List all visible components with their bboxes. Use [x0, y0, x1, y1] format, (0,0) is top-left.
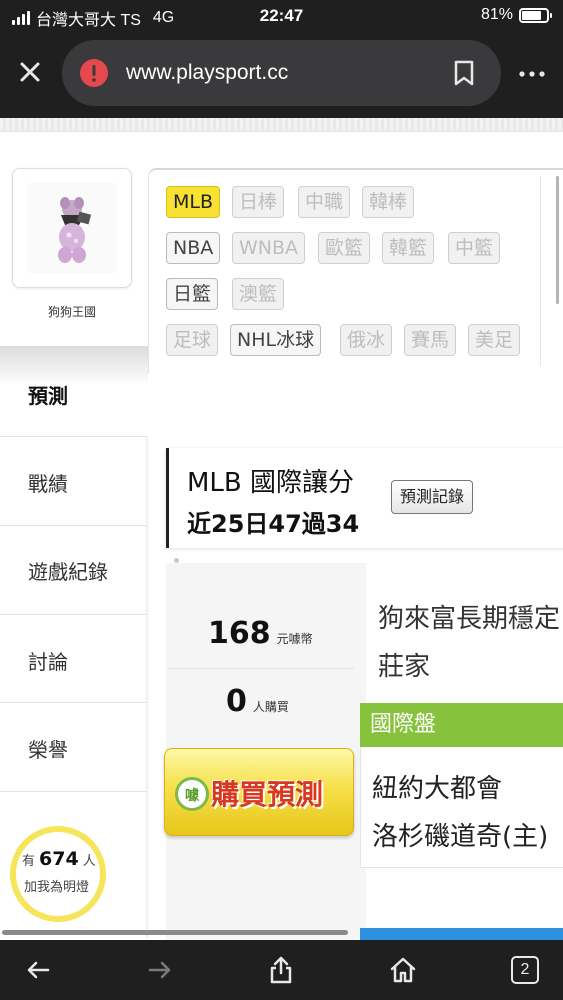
fans-prefix: 有: [22, 854, 36, 869]
back-icon[interactable]: [22, 954, 54, 986]
tag-horse-racing[interactable]: 賽馬: [404, 324, 457, 356]
prediction-title: MLB 國際讓分: [187, 468, 355, 498]
prediction-summary: 近25日47過34: [187, 510, 360, 538]
menu-discuss[interactable]: 討論: [0, 646, 148, 675]
warning-icon[interactable]: [80, 59, 108, 87]
tag-kbl[interactable]: 韓籃: [382, 232, 435, 264]
vertical-scrollbar[interactable]: [556, 176, 559, 304]
top-stripe: [0, 118, 563, 132]
team-away: 洛杉磯道奇(主): [372, 822, 549, 852]
address-bar[interactable]: www.playsport.cc: [62, 40, 501, 106]
tag-npb[interactable]: 日棒: [232, 186, 285, 218]
tabs-button[interactable]: 2: [511, 956, 539, 984]
buy-prediction-label: 購買預測: [211, 778, 324, 811]
price-value: 168: [208, 616, 271, 651]
blue-strip: [360, 928, 563, 940]
tag-nba[interactable]: NBA: [166, 232, 221, 264]
share-icon[interactable]: [265, 954, 297, 986]
tag-nbl[interactable]: 澳籃: [232, 278, 285, 310]
battery-fill: [522, 10, 542, 20]
menu-honor[interactable]: 榮譽: [0, 734, 148, 763]
avatar[interactable]: [12, 168, 132, 288]
buyers-value: 0: [226, 684, 247, 719]
dog-figure-icon: [27, 183, 117, 273]
tag-nfl[interactable]: 美足: [468, 324, 521, 356]
buy-prediction-button[interactable]: 噱 購買預測: [164, 748, 354, 836]
menu-divider: [0, 702, 148, 703]
prediction-header: MLB 國際讓分 近25日47過34 預測記錄: [166, 448, 563, 548]
tag-khl[interactable]: 俄冰: [340, 324, 393, 356]
analysis-subtitle: 莊家: [378, 652, 431, 682]
tag-cpbl[interactable]: 中職: [298, 186, 351, 218]
fans-number: 674: [39, 848, 79, 870]
coin-icon: 噱: [175, 777, 209, 811]
menu-divider: [0, 791, 148, 792]
lamp-icon[interactable]: [10, 826, 106, 922]
tag-cba[interactable]: 中籃: [448, 232, 501, 264]
tag-kbo[interactable]: 韓棒: [362, 186, 415, 218]
tag-euro-basketball[interactable]: 歐籃: [318, 232, 371, 264]
url-text[interactable]: www.playsport.cc: [126, 61, 288, 85]
tag-mlb[interactable]: MLB: [166, 186, 221, 218]
tag-nhl[interactable]: NHL冰球: [230, 324, 322, 356]
buyers-unit: 人購買: [252, 700, 289, 714]
tag-wnba[interactable]: WNBA: [232, 232, 306, 264]
buyers: 0 人購買: [226, 684, 289, 719]
panel-divider: [540, 176, 541, 366]
menu-edge-shadow: [146, 438, 149, 938]
fans-count[interactable]: 有 674 人: [22, 848, 96, 870]
menu-divider: [0, 614, 148, 615]
tag-japan-basketball[interactable]: 日籃: [166, 278, 219, 310]
tag-soccer[interactable]: 足球: [166, 324, 219, 356]
price: 168 元噱幣: [208, 616, 313, 651]
clock: 22:47: [259, 6, 304, 25]
menu-game-log[interactable]: 遊戲紀錄: [0, 556, 148, 585]
web-content: 狗狗王國 MLB 日棒 中職 韓棒 NBA WNBA 歐籃 韓籃 中籃 日籃 澳…: [0, 118, 563, 940]
home-icon[interactable]: [387, 954, 419, 986]
prediction-record-button[interactable]: 預測記錄: [391, 480, 474, 514]
bottom-toolbar: [0, 940, 563, 1000]
menu-divider: [0, 436, 148, 437]
battery-icon: [519, 7, 552, 23]
menu-record[interactable]: 戰績: [0, 468, 148, 497]
horizontal-scrollbar[interactable]: [2, 930, 348, 935]
battery-percent: 81%: [480, 6, 513, 23]
team-home: 紐約大都會: [372, 774, 503, 804]
forward-icon[interactable]: [144, 954, 176, 986]
status-right: 81%: [480, 6, 552, 24]
menu-predict[interactable]: 預測: [0, 380, 148, 409]
status-bar: 台灣大哥大 TS 4G 22:47 81%: [0, 0, 563, 32]
browser-toolbar: www.playsport.cc: [0, 32, 563, 118]
more-icon[interactable]: [517, 64, 547, 84]
profile-name: 狗狗王國: [47, 305, 96, 319]
close-icon[interactable]: [14, 56, 46, 88]
coin-icon-text: 噱: [185, 787, 200, 804]
price-unit: 元噱幣: [276, 632, 313, 646]
market-label: 國際盤: [360, 703, 563, 747]
bookmark-icon[interactable]: [453, 60, 475, 86]
follow-link[interactable]: 加我為明燈: [24, 876, 89, 895]
menu-divider: [0, 525, 148, 526]
fans-suffix: 人: [82, 854, 96, 869]
analysis-title[interactable]: 狗來富長期穩定: [378, 598, 560, 635]
price-divider: [168, 668, 354, 669]
